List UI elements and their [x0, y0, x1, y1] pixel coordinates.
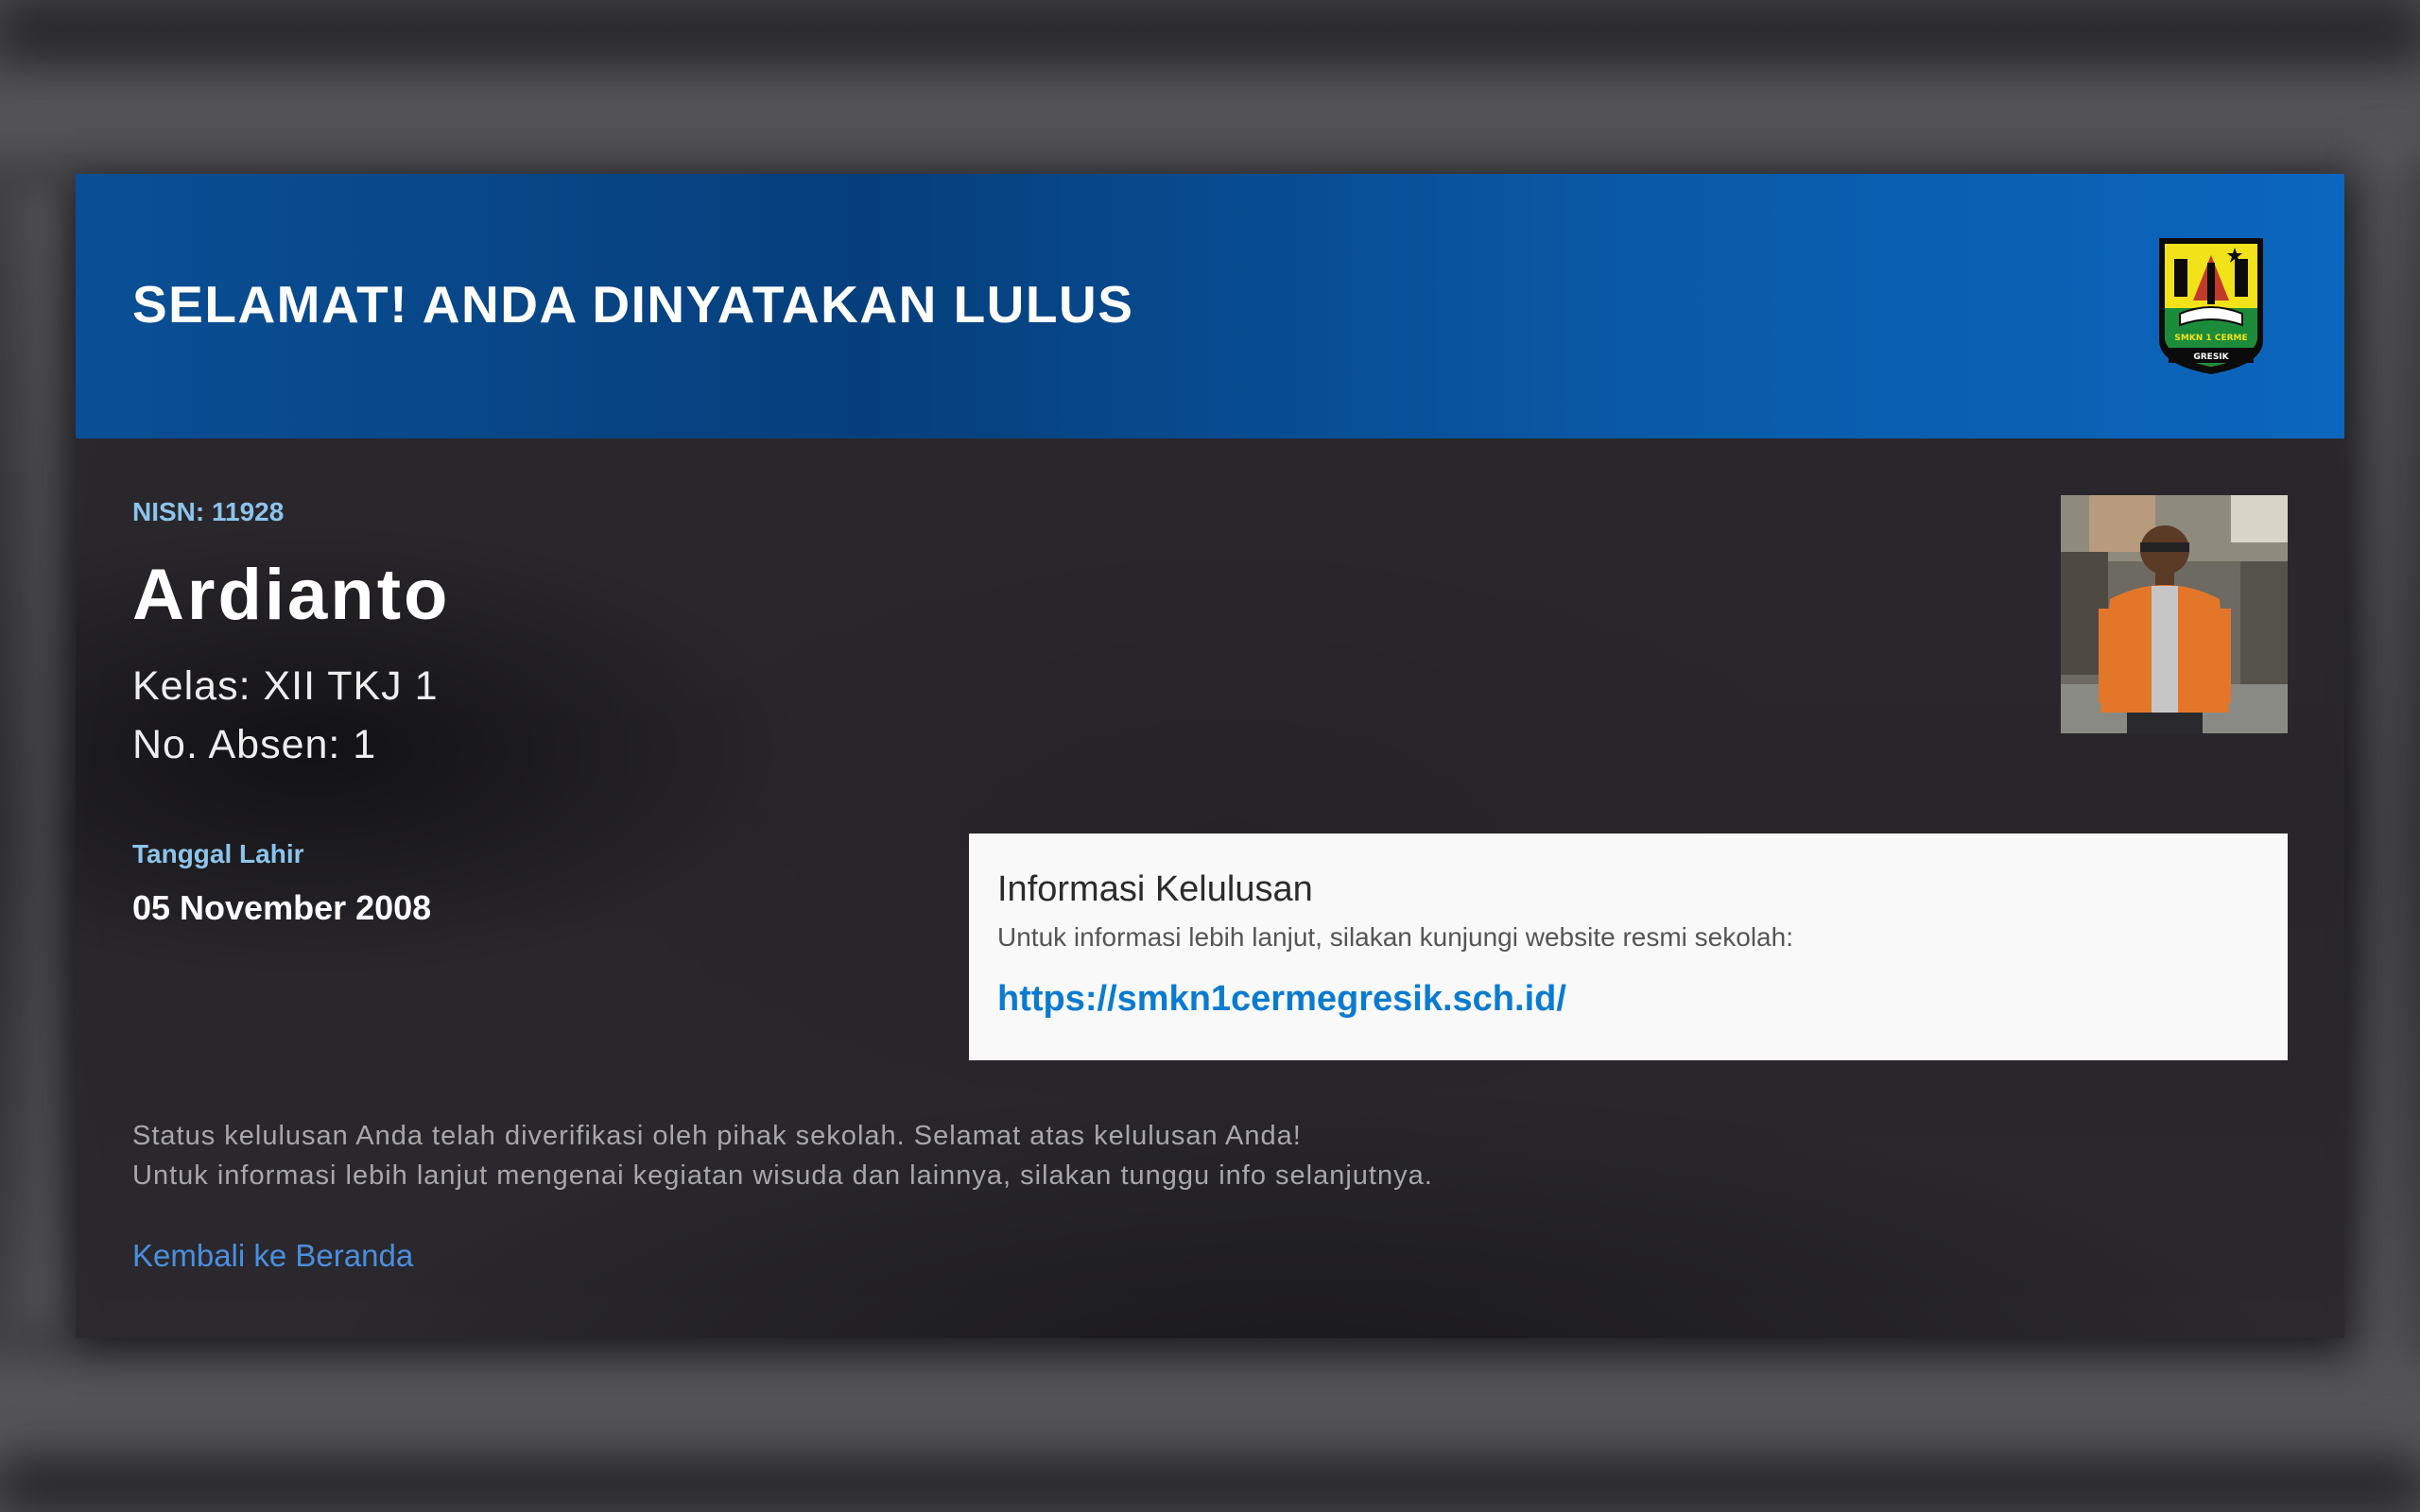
status-message-line-1: Status kelulusan Anda telah diverifikasi…	[132, 1121, 1302, 1151]
logo-banner: GRESIK	[2193, 352, 2229, 362]
graduation-info-box: Informasi Kelulusan Untuk informasi lebi…	[969, 833, 2288, 1060]
back-to-home-link[interactable]: Kembali ke Beranda	[132, 1238, 413, 1274]
card-header: SELAMAT! ANDA DINYATAKAN LULUS SMKN 1 CE…	[76, 174, 2344, 438]
student-name: Ardianto	[132, 555, 451, 635]
dob-label: Tanggal Lahir	[132, 839, 304, 868]
school-website-link[interactable]: https://smkn1cermegresik.sch.id/	[997, 979, 1566, 1020]
attendance-number: No. Absen: 1	[132, 722, 377, 767]
info-title: Informasi Kelulusan	[997, 869, 1313, 909]
student-photo	[2061, 495, 2288, 733]
class-label: Kelas: XII TKJ 1	[132, 663, 439, 709]
logo-text: SMKN 1 CERME	[2174, 334, 2247, 343]
graduation-card: SELAMAT! ANDA DINYATAKAN LULUS SMKN 1 CE…	[76, 174, 2344, 1338]
info-description: Untuk informasi lebih lanjut, silakan ku…	[997, 922, 1793, 952]
status-message-line-2: Untuk informasi lebih lanjut mengenai ke…	[132, 1160, 1433, 1191]
nisn-label: NISN: 11928	[132, 497, 285, 526]
school-crest-icon: SMKN 1 CERME GRESIK	[2159, 238, 2263, 374]
page-title: SELAMAT! ANDA DINYATAKAN LULUS	[132, 275, 1134, 334]
dob-value: 05 November 2008	[132, 888, 432, 927]
